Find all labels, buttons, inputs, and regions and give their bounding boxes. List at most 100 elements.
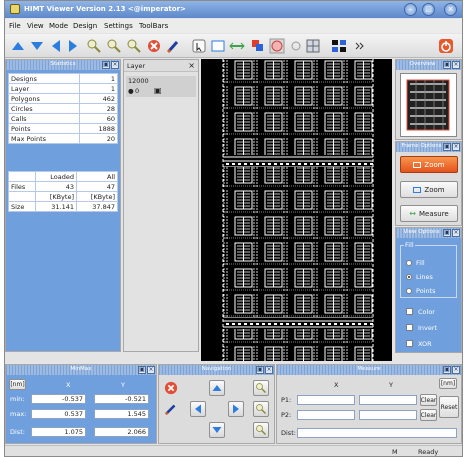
float-icon[interactable]: ▣ [102, 61, 110, 69]
select-icon[interactable] [190, 37, 208, 55]
nav-up-button[interactable] [209, 380, 225, 396]
layer-name: 12000 [128, 77, 149, 85]
triangle-right-icon[interactable] [64, 37, 82, 55]
float-icon[interactable]: ▣ [443, 366, 451, 374]
float-icon[interactable]: ▣ [138, 366, 146, 374]
minimize-button[interactable]: – [404, 3, 417, 16]
menu-settings[interactable]: Settings [104, 22, 133, 30]
layer-visibility-icon[interactable]: ▣ [154, 86, 162, 95]
dist-x-field[interactable]: 1.075 [31, 427, 86, 437]
layer-bullet-icon: ● [128, 87, 134, 95]
points-radio-label: Points [416, 287, 436, 295]
p2-x-field[interactable] [297, 410, 355, 420]
menu-design[interactable]: Design [73, 22, 97, 30]
nav-right-button[interactable] [228, 401, 244, 417]
nav-left-button[interactable] [190, 401, 206, 417]
panel-close-icon[interactable]: × [147, 366, 155, 374]
nav-draw-icon[interactable] [163, 401, 179, 417]
triangle-up-icon[interactable] [9, 37, 27, 55]
stat-row: Layer 1 [8, 83, 119, 94]
nav-down-button[interactable] [209, 422, 225, 438]
dist-y-field[interactable]: 2.066 [94, 427, 149, 437]
stat-value: 20 [78, 133, 119, 144]
p1-y-field[interactable] [359, 395, 417, 405]
panel-close-icon[interactable]: × [452, 143, 460, 151]
zoom-mode-button[interactable]: Zoom [400, 156, 458, 173]
stat-row: Polygons 462 [8, 93, 119, 104]
invert-checkbox-label: Invert [418, 324, 438, 332]
exit-icon[interactable] [437, 37, 455, 55]
panel-close-icon[interactable]: × [111, 61, 119, 69]
maximize-button[interactable]: □ [422, 3, 435, 16]
layers-icon[interactable] [249, 37, 267, 55]
measure-dist-field[interactable] [297, 428, 457, 438]
rectangle-icon[interactable] [209, 37, 227, 55]
panel-close-icon[interactable]: × [188, 61, 195, 70]
overview-map[interactable] [400, 73, 457, 137]
minmax-unit[interactable]: [nm] [9, 379, 26, 390]
stop-icon[interactable] [145, 37, 163, 55]
panel-close-icon[interactable]: × [452, 366, 460, 374]
minmax-col-x: X [66, 381, 71, 389]
status-text: Ready [418, 448, 439, 456]
p1-x-field[interactable] [297, 395, 355, 405]
min-x-field[interactable]: -0.537 [31, 394, 86, 404]
zoom-fit-icon[interactable] [125, 37, 143, 55]
nav-zoom-out-icon[interactable] [253, 422, 269, 438]
color-checkbox-label: Color [418, 308, 435, 316]
blocks-icon[interactable] [330, 37, 348, 55]
float-icon[interactable]: ▣ [443, 229, 451, 237]
zoom-button[interactable]: Zoom [400, 181, 458, 198]
float-icon[interactable]: ▣ [443, 61, 451, 69]
panel-close-icon[interactable]: × [265, 366, 273, 374]
min-y-field[interactable]: -0.521 [94, 394, 149, 404]
measure-unit[interactable]: [nm] [439, 378, 457, 389]
circle-icon[interactable] [268, 37, 286, 55]
menu-mode[interactable]: Mode [49, 22, 68, 30]
float-icon[interactable]: ▣ [256, 366, 264, 374]
menu-toolbars[interactable]: ToolBars [139, 22, 168, 30]
layer-item[interactable]: 12000 ● 0 ▣ [126, 76, 196, 97]
clear-p1-button[interactable]: Clear [420, 394, 437, 406]
measure-button[interactable]: ↔ Measure [400, 205, 458, 222]
points-radio[interactable] [406, 288, 412, 294]
close-button[interactable]: × [444, 3, 457, 16]
max-y-field[interactable]: 1.545 [94, 409, 149, 419]
draw-icon[interactable] [165, 37, 183, 55]
p2-y-field[interactable] [359, 410, 417, 420]
menu-view[interactable]: View [27, 22, 44, 30]
triangle-left-icon[interactable] [47, 37, 65, 55]
fill-radio[interactable] [406, 260, 412, 266]
navigation-panel: Navigation ▣ × [158, 364, 275, 444]
measure-icon[interactable] [228, 37, 246, 55]
nav-zoom-in-icon[interactable] [253, 380, 269, 396]
files-row: Size 31.141 37.847 [7, 201, 118, 212]
max-x-field[interactable]: 0.537 [31, 409, 86, 419]
menu-file[interactable]: File [9, 22, 21, 30]
polygon-icon[interactable] [287, 37, 305, 55]
grid-icon[interactable] [304, 37, 322, 55]
panel-close-icon[interactable]: × [452, 229, 460, 237]
clear-p2-button[interactable]: Clear [420, 409, 437, 421]
zoom-out-icon[interactable] [105, 37, 123, 55]
float-icon[interactable]: ▣ [443, 143, 451, 151]
color-checkbox[interactable] [406, 308, 413, 315]
panel-close-icon[interactable]: × [452, 61, 460, 69]
design-canvas[interactable] [201, 59, 392, 361]
zoom-in-icon[interactable] [85, 37, 103, 55]
triangle-down-icon[interactable] [28, 37, 46, 55]
stat-label: Calls [8, 113, 80, 124]
xor-checkbox[interactable] [406, 340, 413, 347]
stat-row: Calls 60 [8, 113, 119, 124]
reset-button[interactable]: Reset [439, 396, 459, 418]
status-mode: M [392, 448, 398, 456]
layer-sub: 0 [135, 87, 140, 95]
lines-radio[interactable] [406, 274, 412, 280]
nav-zoom-fit-icon[interactable] [253, 401, 269, 417]
xor-checkbox-label: XOR [418, 340, 432, 348]
zoom-box-icon [413, 186, 422, 193]
invert-checkbox[interactable] [406, 324, 413, 331]
app-icon [10, 4, 20, 14]
more-icon[interactable] [350, 37, 368, 55]
nav-stop-icon[interactable] [163, 380, 179, 396]
